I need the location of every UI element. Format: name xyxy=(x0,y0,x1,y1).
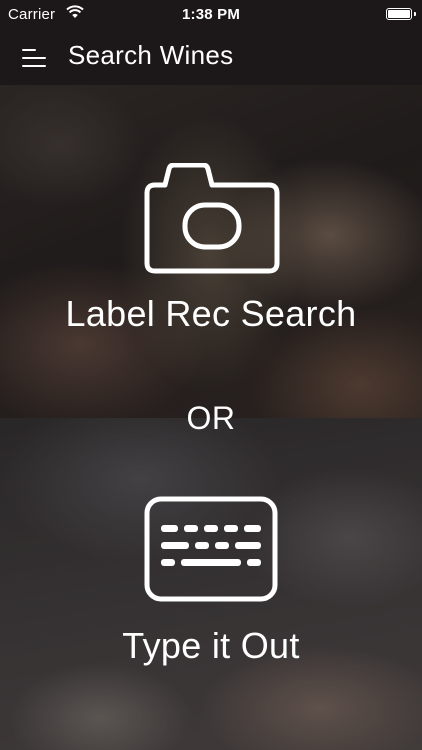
status-bar: Carrier 1:38 PM xyxy=(0,0,422,30)
label-rec-search-label: Label Rec Search xyxy=(65,293,357,334)
search-wines-screen: Carrier 1:38 PM Search Wines Label Rec S… xyxy=(0,0,422,750)
battery-icon xyxy=(386,8,416,20)
camera-icon xyxy=(144,163,280,274)
clock: 1:38 PM xyxy=(181,6,241,23)
or-divider: OR xyxy=(186,400,236,436)
type-it-out-label: Type it Out xyxy=(122,625,300,666)
label-rec-search-button[interactable]: Label Rec Search xyxy=(0,85,422,418)
type-it-out-button[interactable]: Type it Out xyxy=(0,418,422,750)
navigation-bar: Search Wines xyxy=(0,30,422,85)
hamburger-menu-icon[interactable] xyxy=(14,40,52,74)
page-title: Search Wines xyxy=(68,40,234,70)
keyboard-icon xyxy=(144,496,278,602)
